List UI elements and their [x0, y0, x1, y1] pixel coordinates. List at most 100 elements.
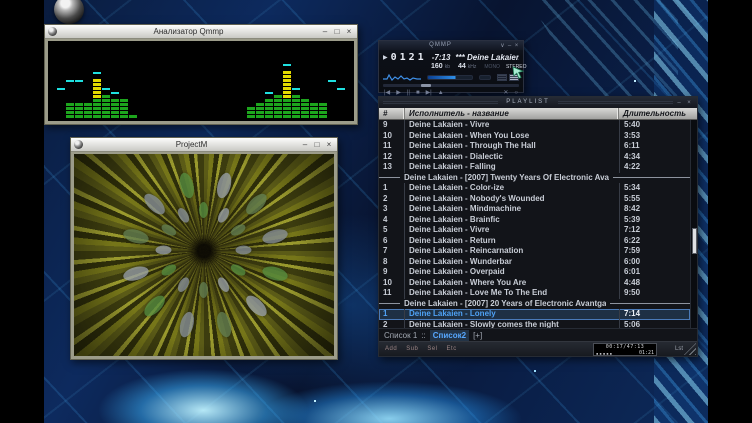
close-icon[interactable]: ×: [324, 139, 334, 151]
playlist-bottom-bar: AddSubSelEtc 00:17/47:13 ▪▪▪▪▪ 01:21 Lst: [379, 341, 697, 356]
etc-button[interactable]: Etc: [447, 346, 457, 352]
mouse-cursor: [512, 66, 525, 79]
tab-list2-active[interactable]: Список2: [430, 330, 469, 341]
playlist-tabs: Список 1 :: Список2 [+]: [379, 328, 697, 341]
player-window: QMMP ∨ ‒ × ▶ 0121 -7:13 *** Deine Lakaie…: [378, 40, 524, 93]
playlist-track-row[interactable]: 10Deine Lakaien - When You Lose3:53: [379, 131, 690, 142]
spectrum-bar: [319, 60, 327, 118]
minimize-icon[interactable]: –: [300, 139, 310, 151]
playlist-track-row[interactable]: 2Deine Lakaien - Slowly comes the night5…: [379, 320, 690, 329]
maximize-icon[interactable]: □: [332, 26, 342, 38]
spectrum-bar: [93, 60, 101, 118]
playlist-track-row[interactable]: 13Deine Lakaien - Falling4:22: [379, 162, 690, 173]
playlist-track-row[interactable]: 2Deine Lakaien - Nobody's Wounded5:55: [379, 194, 690, 205]
maximize-icon[interactable]: □: [312, 139, 322, 151]
playlist-group-row[interactable]: Deine Lakaien - [2007] 20 Years of Elect…: [379, 299, 690, 310]
close-icon[interactable]: ×: [344, 26, 354, 38]
spectrum-bar: [120, 60, 128, 118]
playlist-track-row[interactable]: 8Deine Lakaien - Wunderbar6:00: [379, 257, 690, 268]
analyzer-window-title: Анализатор Qmmp: [59, 25, 318, 39]
elapsed-time-display[interactable]: 0121: [391, 52, 427, 63]
spectrum-bar: [310, 60, 318, 118]
minimize-icon[interactable]: ‒: [506, 42, 513, 50]
playlist-track-row[interactable]: 1Deine Lakaien - Lonely7:14: [379, 309, 690, 320]
sub-button[interactable]: Sub: [406, 346, 418, 352]
seek-bar[interactable]: [383, 84, 519, 87]
minimize-icon[interactable]: –: [320, 26, 330, 38]
spectrum-bar: [57, 60, 65, 118]
playlist-body: 9Deine Lakaien - Vivre5:4010Deine Lakaie…: [379, 120, 697, 328]
spectrum-bar: [102, 60, 110, 118]
player-window-title: QMMP: [382, 41, 499, 50]
playlist-window: PLAYLIST – × # Исполнитель - название Дл…: [378, 96, 698, 357]
playlist-track-row[interactable]: 10Deine Lakaien - Where You Are4:48: [379, 278, 690, 289]
projectm-titlebar[interactable]: ProjectM – □ ×: [71, 138, 337, 152]
playlist-group-row[interactable]: Deine Lakaien - [2007] Twenty Years Of E…: [379, 173, 690, 184]
analyzer-window: Анализатор Qmmp – □ ×: [44, 24, 358, 125]
menu-icon[interactable]: ∨: [499, 42, 506, 50]
playlist-buttons: Add Sub Sel Etc: [385, 346, 457, 352]
window-icon: [74, 140, 83, 149]
playlist-track-row[interactable]: 6Deine Lakaien - Return6:22: [379, 236, 690, 247]
spectrum-bar: [129, 60, 137, 118]
spectrum-bar: [111, 60, 119, 118]
add-tab-button[interactable]: [+]: [473, 331, 482, 340]
tab-list1[interactable]: Список 1: [384, 331, 417, 340]
playlist-track-row[interactable]: 3Deine Lakaien - Mindmachine8:42: [379, 204, 690, 215]
list-menu-button[interactable]: Lst: [675, 346, 683, 352]
playlist-track-row[interactable]: 5Deine Lakaien - Vivre7:12: [379, 225, 690, 236]
analyzer-titlebar[interactable]: Анализатор Qmmp – □ ×: [45, 25, 357, 39]
spectrum-bar: [247, 60, 255, 118]
titlebar-groove: [558, 101, 673, 104]
playlist-track-row[interactable]: 7Deine Lakaien - Reincarnation7:59: [379, 246, 690, 257]
equalizer-toggle-icon[interactable]: [497, 74, 507, 81]
spectrum-bar: [256, 60, 264, 118]
mini-transport-icons[interactable]: ▪▪▪▪▪: [596, 351, 613, 356]
playlist-track-row[interactable]: 1Deine Lakaien - Color-ize5:34: [379, 183, 690, 194]
resize-grip[interactable]: [684, 343, 696, 355]
column-number[interactable]: #: [379, 108, 405, 119]
playlist-track-row[interactable]: 9Deine Lakaien - Overpaid6:01: [379, 267, 690, 278]
spectrum-bar: [328, 60, 336, 118]
track-title-marquee[interactable]: *** Deine Lakaien: [455, 53, 519, 62]
playlist-scrollbar[interactable]: [690, 120, 697, 328]
mono-indicator: MONO: [484, 64, 500, 70]
samplerate-value: 44: [458, 63, 466, 70]
projectm-window: ProjectM – □ ×: [70, 137, 338, 360]
playlist-titlebar[interactable]: PLAYLIST – ×: [379, 97, 697, 108]
samplerate-unit: kHz: [468, 64, 477, 70]
play-state-icon: ▶: [383, 54, 388, 61]
projectm-window-title: ProjectM: [85, 138, 298, 152]
player-titlebar[interactable]: QMMP ∨ ‒ ×: [379, 41, 523, 50]
spectrum-bar: [265, 60, 273, 118]
spectrum-bar: [66, 60, 74, 118]
playlist-track-row[interactable]: 4Deine Lakaien - Brainfic5:39: [379, 215, 690, 226]
shade-icon[interactable]: –: [675, 100, 683, 106]
playlist-track-row[interactable]: 11Deine Lakaien - Love Me To The End9:50: [379, 288, 690, 299]
bitrate-value: 160: [431, 63, 443, 70]
close-icon[interactable]: ×: [685, 100, 693, 106]
seek-handle[interactable]: [421, 84, 431, 87]
sel-button[interactable]: Sel: [427, 346, 437, 352]
projectm-visualization[interactable]: [74, 154, 334, 356]
scrollbar-thumb[interactable]: [692, 228, 697, 254]
playlist-track-row[interactable]: 12Deine Lakaien - Dialectic4:34: [379, 152, 690, 163]
playlist-window-title: PLAYLIST: [498, 97, 558, 108]
column-duration[interactable]: Длительность: [619, 108, 697, 119]
tab-separator: ::: [421, 331, 425, 340]
playlist-track-row[interactable]: 9Deine Lakaien - Vivre5:40: [379, 120, 690, 131]
spectrum-bar: [84, 60, 92, 118]
spectrum-analyzer-view[interactable]: [48, 41, 354, 121]
titlebar-groove: [383, 101, 498, 104]
close-icon[interactable]: ×: [513, 42, 520, 50]
mini-scope-visualization[interactable]: [383, 72, 421, 82]
desktop: Анализатор Qmmp – □ × ProjectM – □ × QMM…: [0, 0, 752, 423]
playlist-track-row[interactable]: 11Deine Lakaien - Through The Hall6:11: [379, 141, 690, 152]
volume-slider[interactable]: [427, 75, 473, 80]
balance-slider[interactable]: [479, 75, 491, 80]
add-button[interactable]: Add: [385, 346, 397, 352]
spectrum-bar: [75, 60, 83, 118]
column-artist-title[interactable]: Исполнитель - название: [405, 108, 619, 119]
playlist-column-headers[interactable]: # Исполнитель - название Длительность: [379, 108, 697, 120]
visualization-vignette: [74, 154, 334, 356]
